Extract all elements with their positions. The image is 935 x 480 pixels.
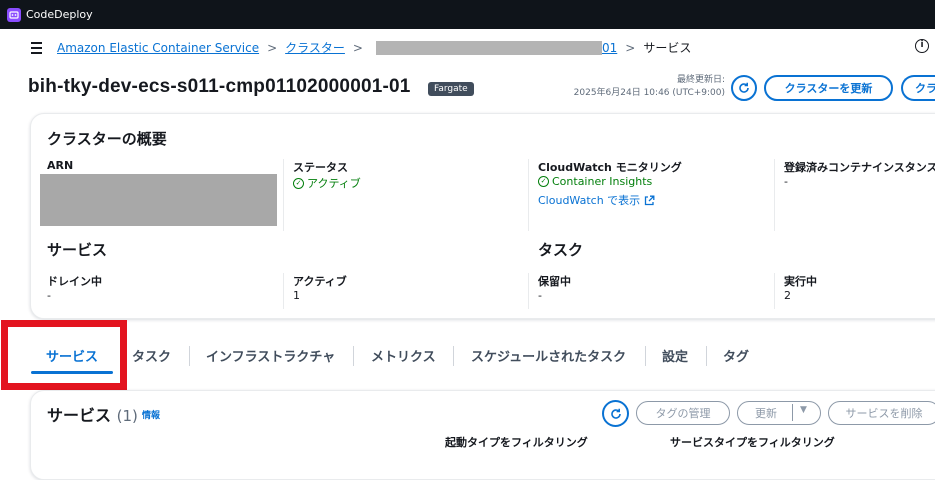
- pending-value: -: [538, 289, 542, 302]
- hamburger-icon[interactable]: [26, 38, 46, 58]
- breadcrumb: Amazon Elastic Container Service > クラスター…: [0, 29, 935, 66]
- cluster-overview-card: クラスターの概要 ARN ステータス ✓ アクティブ CloudWatch モニ…: [30, 113, 935, 319]
- tab-divider: [453, 346, 454, 366]
- registered-instances-label: 登録済みコンテナインスタンス: [784, 161, 935, 174]
- fargate-badge: Fargate: [428, 82, 474, 96]
- manage-tags-button[interactable]: タグの管理: [636, 401, 730, 425]
- draining-value: -: [47, 289, 51, 302]
- chevron-right-icon: >: [352, 40, 363, 55]
- check-circle-icon: ✓: [293, 177, 304, 189]
- container-insights-text: Container Insights: [552, 175, 653, 188]
- refresh-icon: [739, 82, 749, 93]
- filter-service-type-label: サービスタイプをフィルタリング: [670, 436, 835, 449]
- divider: [283, 273, 284, 309]
- refresh-button[interactable]: [731, 75, 757, 101]
- breadcrumb-clusters-link[interactable]: クラスター: [285, 39, 345, 56]
- last-updated-label: 最終更新日:: [676, 75, 725, 85]
- divider: [528, 159, 529, 231]
- redacted-arn: [40, 174, 277, 226]
- last-updated-value: 2025年6月24日 10:46 (UTC+9:00): [573, 88, 725, 98]
- breadcrumb-ecs-link[interactable]: Amazon Elastic Container Service: [57, 41, 259, 55]
- status-text: アクティブ: [307, 177, 361, 190]
- tab-tags[interactable]: タグ: [723, 346, 749, 365]
- tab-tasks[interactable]: タスク: [132, 346, 171, 365]
- tab-divider: [189, 346, 190, 366]
- registered-instances-value: -: [784, 175, 788, 188]
- services-section-title: サービス: [47, 241, 108, 259]
- redacted-cluster-name: [375, 40, 602, 55]
- active-label: アクティブ: [293, 275, 347, 288]
- breadcrumb-current: サービス: [643, 41, 692, 55]
- tab-infrastructure[interactable]: インフラストラクチャ: [206, 346, 335, 365]
- chevron-right-icon: >: [267, 40, 278, 55]
- delete-service-button[interactable]: サービスを削除: [828, 401, 935, 425]
- cloudwatch-label: CloudWatch モニタリング: [538, 161, 682, 174]
- top-navigation-bar: CodeDeploy: [0, 0, 935, 29]
- arn-label: ARN: [47, 159, 74, 172]
- tab-scheduled-tasks[interactable]: スケジュールされたタスク: [471, 346, 626, 365]
- refresh-icon: [610, 408, 621, 419]
- filter-launch-type-label: 起動タイプをフィルタリング: [445, 436, 588, 449]
- last-updated: 最終更新日: 2025年6月24日 10:46 (UTC+9:00): [574, 74, 725, 100]
- check-circle-icon: ✓: [538, 176, 549, 187]
- divider: [528, 273, 529, 309]
- cloudwatch-link-text[interactable]: CloudWatch で表示: [538, 192, 640, 208]
- page-header: bih-tky-dev-ecs-s011-cmp01102000001-01 F…: [0, 68, 935, 108]
- services-info-link[interactable]: 情報: [142, 408, 160, 421]
- active-value: 1: [293, 289, 300, 302]
- tabs: サービス タスク インフラストラクチャ メトリクス スケジュールされたタスク 設…: [0, 338, 935, 374]
- divider: [283, 159, 284, 231]
- running-label: 実行中: [784, 275, 817, 288]
- codedeploy-icon: [7, 7, 21, 22]
- status-value: ✓ アクティブ: [293, 175, 361, 191]
- update-split-button[interactable]: 更新 ▼: [737, 401, 821, 425]
- chevron-right-icon: >: [625, 40, 636, 55]
- tab-divider: [645, 346, 646, 366]
- services-count: (1): [116, 407, 138, 425]
- divider: [774, 159, 775, 231]
- tab-divider: [706, 346, 707, 366]
- tab-metrics[interactable]: メトリクス: [371, 346, 436, 365]
- external-link-icon: [645, 195, 655, 205]
- split-divider: [792, 404, 793, 421]
- draining-label: ドレイン中: [47, 275, 102, 288]
- highlight-annotation-box: [1, 320, 127, 390]
- update-button-label[interactable]: 更新: [755, 405, 777, 421]
- container-insights-status: ✓ Container Insights: [538, 175, 652, 188]
- running-value: 2: [784, 289, 791, 302]
- pending-label: 保留中: [538, 275, 571, 288]
- info-icon[interactable]: i: [915, 39, 929, 53]
- tab-configuration[interactable]: 設定: [662, 346, 688, 365]
- truncated-action-button[interactable]: クラ: [901, 75, 935, 101]
- status-label: ステータス: [293, 161, 348, 174]
- tab-divider: [353, 346, 354, 366]
- divider: [774, 273, 775, 309]
- services-panel-title-text: サービス: [47, 406, 112, 425]
- update-cluster-button[interactable]: クラスターを更新: [764, 75, 893, 101]
- services-panel-title: サービス (1): [47, 402, 138, 426]
- app-name[interactable]: CodeDeploy: [26, 8, 93, 21]
- caret-down-icon[interactable]: ▼: [800, 405, 807, 415]
- overview-title: クラスターの概要: [47, 130, 167, 148]
- cloudwatch-link[interactable]: CloudWatch で表示: [538, 192, 655, 208]
- page-title: bih-tky-dev-ecs-s011-cmp01102000001-01: [28, 76, 411, 97]
- tasks-section-title: タスク: [538, 241, 584, 259]
- breadcrumb-cluster-link[interactable]: 01: [602, 41, 617, 55]
- services-refresh-button[interactable]: [602, 400, 629, 427]
